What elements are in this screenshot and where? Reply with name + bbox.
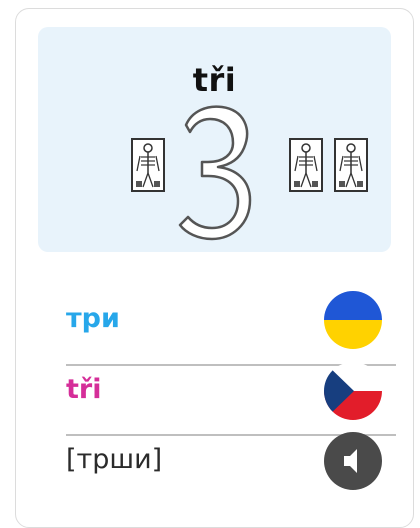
czech-word: tři — [66, 374, 102, 405]
skeleton-card-icon — [131, 138, 165, 192]
ukrainian-word: три — [66, 303, 120, 334]
skeleton-card-icon — [334, 138, 368, 192]
pronunciation-row: [трши] — [52, 432, 382, 498]
speaker-icon[interactable] — [324, 432, 382, 490]
translation-row-czech: tři — [52, 362, 382, 428]
pronunciation-text: [трши] — [66, 444, 163, 475]
flag-czech-icon[interactable] — [324, 362, 382, 420]
illustration-title: tři — [192, 61, 237, 99]
skeleton-card-icon — [289, 138, 323, 192]
word-card: tři три tři [трши] — [15, 8, 414, 528]
translation-row-ukrainian: три — [52, 291, 382, 357]
flag-ukraine-icon[interactable] — [324, 291, 382, 349]
digit-three-outline — [178, 105, 252, 241]
illustration-panel: tři — [38, 27, 391, 252]
